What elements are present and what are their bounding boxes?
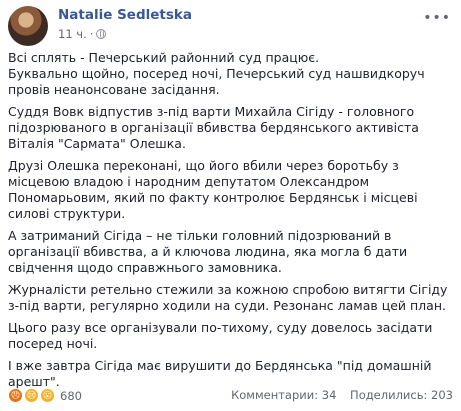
post-paragraph: Журналісти ретельно стежили за кожною сп… bbox=[8, 282, 448, 313]
post-paragraph: Цього разу все організували по-тихому, с… bbox=[8, 320, 433, 351]
post-footer: 😠 😢 😮 680 Комментарии: 34 Поделились: 20… bbox=[8, 388, 453, 406]
post-timestamp[interactable]: 11 ч. bbox=[58, 27, 87, 41]
comments-count[interactable]: Комментарии: 34 bbox=[231, 388, 336, 402]
reactions-summary[interactable]: 😠 😢 😮 680 bbox=[8, 388, 82, 403]
post-paragraph: І вже завтра Сігіда має вирушити до Берд… bbox=[8, 358, 432, 389]
reaction-count: 680 bbox=[60, 388, 82, 403]
post-meta: 11 ч. · bbox=[58, 27, 107, 41]
avatar[interactable] bbox=[8, 6, 48, 46]
post-body: Всі сплять - Печерський районний суд пра… bbox=[8, 50, 448, 396]
post-paragraph: Суддя Вовк відпустив з-під варти Михайла… bbox=[8, 104, 419, 151]
facebook-post: Natalie Sedletska 11 ч. · ••• Всі сплять … bbox=[0, 0, 461, 411]
sad-icon: 😢 bbox=[24, 388, 39, 403]
post-paragraph: Всі сплять - Печерський районний суд пра… bbox=[8, 50, 425, 97]
angry-icon: 😠 bbox=[8, 388, 23, 403]
meta-separator: · bbox=[89, 27, 94, 41]
post-paragraph: Друзі Олешка переконані, що його вбили ч… bbox=[8, 158, 418, 221]
post-stats: Комментарии: 34 Поделились: 203 bbox=[221, 388, 453, 402]
author-name[interactable]: Natalie Sedletska bbox=[58, 7, 192, 23]
wow-icon: 😮 bbox=[40, 388, 55, 403]
shares-count[interactable]: Поделились: 203 bbox=[350, 388, 453, 402]
more-options-icon[interactable]: ••• bbox=[423, 10, 451, 26]
post-paragraph: А затриманий Сігіда – не тільки головний… bbox=[8, 228, 408, 275]
globe-icon bbox=[96, 29, 107, 39]
post-header: Natalie Sedletska 11 ч. · ••• bbox=[8, 6, 453, 46]
